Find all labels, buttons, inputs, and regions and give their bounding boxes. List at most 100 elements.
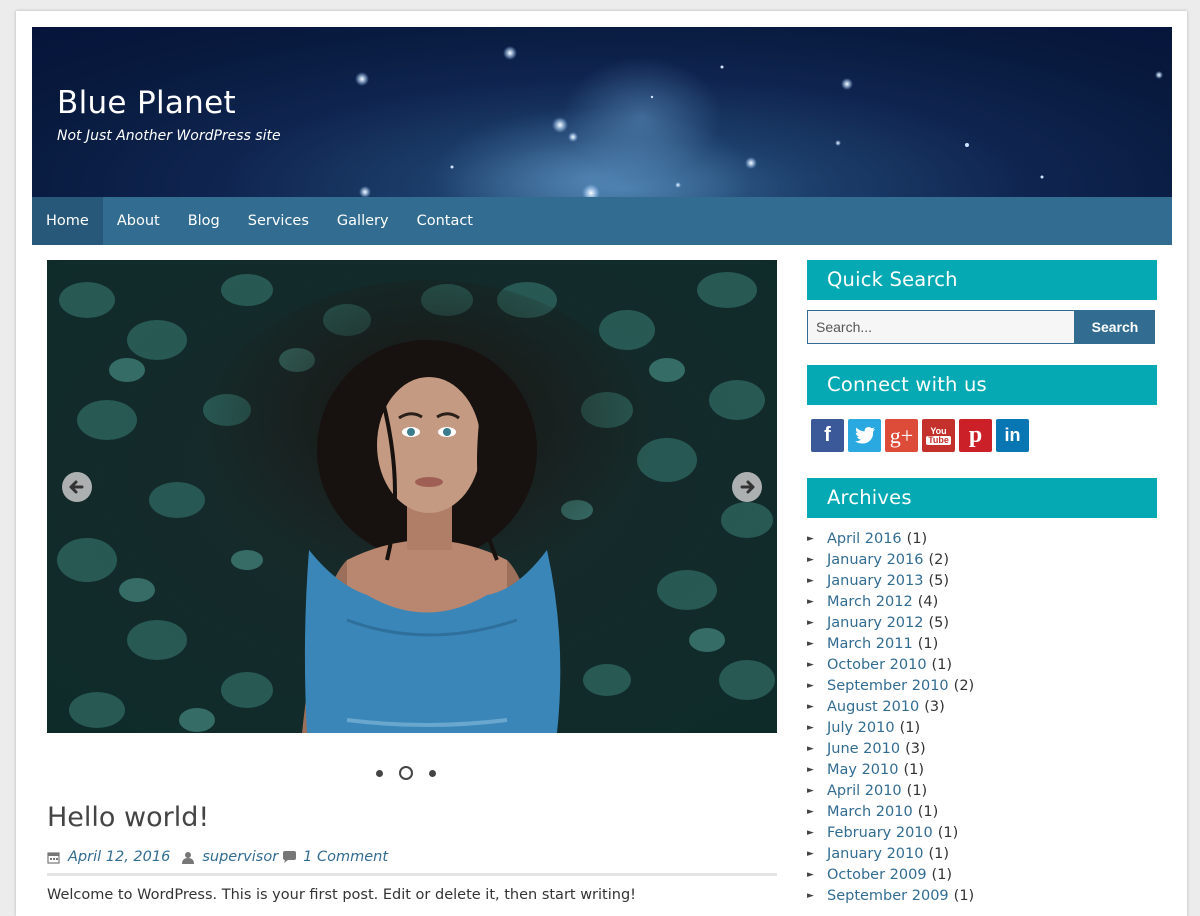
- archive-link[interactable]: June 2010: [827, 739, 900, 760]
- archive-count: (1): [906, 783, 928, 799]
- search-input[interactable]: [807, 310, 1075, 344]
- nav-item-gallery[interactable]: Gallery: [323, 197, 403, 245]
- connect-title: Connect with us: [807, 365, 1157, 405]
- triangle-right-icon: ►: [807, 765, 814, 775]
- google-plus-icon[interactable]: g+: [885, 419, 918, 452]
- triangle-right-icon: ►: [807, 702, 814, 712]
- triangle-right-icon: ►: [807, 744, 814, 754]
- archive-count: (1): [953, 888, 975, 904]
- triangle-right-icon: ►: [807, 576, 814, 586]
- facebook-icon[interactable]: f: [811, 419, 844, 452]
- triangle-right-icon: ►: [807, 639, 814, 649]
- social-links: f g+ You Tube p in: [811, 419, 1029, 452]
- archive-link[interactable]: August 2010: [827, 697, 919, 718]
- triangle-right-icon: ►: [807, 555, 814, 565]
- post-author-link[interactable]: supervisor: [202, 849, 278, 865]
- slide-image: [47, 260, 777, 733]
- archive-link[interactable]: September 2009: [827, 886, 949, 907]
- archive-count: (1): [931, 867, 953, 883]
- slider-prev-button[interactable]: [62, 472, 92, 502]
- page-container: Blue Planet Not Just Another WordPress s…: [16, 11, 1187, 916]
- archive-count: (1): [917, 804, 939, 820]
- archive-count: (2): [928, 552, 950, 568]
- archive-link[interactable]: January 2013: [827, 571, 923, 592]
- nav-item-home[interactable]: Home: [32, 197, 103, 245]
- archive-item: ► September 2010 (2): [807, 676, 974, 697]
- slider-dot-1[interactable]: [376, 769, 383, 777]
- triangle-right-icon: ►: [807, 660, 814, 670]
- post-date-link[interactable]: April 12, 2016: [68, 849, 170, 865]
- archive-count: (1): [903, 762, 925, 778]
- archives-title: Archives: [807, 478, 1157, 518]
- archive-count: (3): [905, 741, 926, 757]
- archive-link[interactable]: January 2012: [827, 613, 923, 634]
- post-comments-link[interactable]: 1 Comment: [303, 849, 388, 865]
- archive-link[interactable]: October 2010: [827, 655, 927, 676]
- archive-count: (1): [899, 720, 921, 736]
- slider-next-button[interactable]: [732, 472, 762, 502]
- triangle-right-icon: ►: [807, 786, 814, 796]
- triangle-right-icon: ►: [807, 807, 814, 817]
- post-meta: April 12, 2016 supervisor 1 Comment: [47, 849, 400, 865]
- archive-count: (1): [931, 657, 953, 673]
- archive-count: (1): [928, 846, 950, 862]
- archive-item: ► March 2010 (1): [807, 802, 974, 823]
- archive-count: (5): [928, 615, 950, 631]
- archive-link[interactable]: April 2016: [827, 529, 902, 550]
- archive-item: ► March 2011 (1): [807, 634, 974, 655]
- archive-link[interactable]: March 2012: [827, 592, 913, 613]
- triangle-right-icon: ►: [807, 618, 814, 628]
- archive-link[interactable]: July 2010: [827, 718, 895, 739]
- comment-icon: [282, 850, 297, 864]
- triangle-right-icon: ►: [807, 681, 814, 691]
- nav-item-about[interactable]: About: [103, 197, 174, 245]
- archive-item: ► January 2012 (5): [807, 613, 974, 634]
- youtube-icon[interactable]: You Tube: [922, 419, 955, 452]
- archive-link[interactable]: April 2010: [827, 781, 902, 802]
- archive-item: ► February 2010 (1): [807, 823, 974, 844]
- post-excerpt: Welcome to WordPress. This is your first…: [47, 887, 636, 903]
- archive-link[interactable]: March 2011: [827, 634, 913, 655]
- arrow-right-circle-icon: [740, 480, 755, 494]
- archive-item: ► October 2009 (1): [807, 865, 974, 886]
- nav-item-services[interactable]: Services: [234, 197, 323, 245]
- archive-item: ► January 2013 (5): [807, 571, 974, 592]
- archive-link[interactable]: February 2010: [827, 823, 933, 844]
- slider-dot-3[interactable]: [429, 769, 436, 777]
- archive-item: ► January 2016 (2): [807, 550, 974, 571]
- archive-count: (1): [906, 531, 928, 547]
- archive-link[interactable]: January 2016: [827, 550, 923, 571]
- site-description: Not Just Another WordPress site: [57, 128, 281, 144]
- calendar-icon: [47, 851, 60, 864]
- archive-item: ► June 2010 (3): [807, 739, 974, 760]
- archive-link[interactable]: January 2010: [827, 844, 923, 865]
- archive-link[interactable]: September 2010: [827, 676, 949, 697]
- archive-item: ► August 2010 (3): [807, 697, 974, 718]
- archive-item: ► April 2016 (1): [807, 529, 974, 550]
- triangle-right-icon: ►: [807, 849, 814, 859]
- archive-count: (3): [924, 699, 945, 715]
- post-title[interactable]: Hello world!: [47, 802, 209, 833]
- site-title[interactable]: Blue Planet: [57, 85, 236, 121]
- archive-link[interactable]: March 2010: [827, 802, 913, 823]
- arrow-left-circle-icon: [69, 480, 84, 494]
- triangle-right-icon: ►: [807, 828, 814, 838]
- archive-count: (1): [917, 636, 939, 652]
- triangle-right-icon: ►: [807, 891, 814, 901]
- archive-item: ► March 2012 (4): [807, 592, 974, 613]
- archives-list: ► April 2016 (1) ► January 2016 (2) ► January…: [807, 529, 974, 907]
- linkedin-icon[interactable]: in: [996, 419, 1029, 452]
- search-button[interactable]: Search: [1075, 310, 1155, 344]
- archive-count: (5): [928, 573, 950, 589]
- archive-link[interactable]: October 2009: [827, 865, 927, 886]
- nav-item-contact[interactable]: Contact: [403, 197, 487, 245]
- main-navigation: Home About Blog Services Gallery Contact: [32, 197, 1172, 245]
- archive-item: ► October 2010 (1): [807, 655, 974, 676]
- archive-item: ► April 2010 (1): [807, 781, 974, 802]
- archive-link[interactable]: May 2010: [827, 760, 899, 781]
- slider-dot-2[interactable]: [399, 766, 413, 780]
- twitter-icon[interactable]: [848, 419, 881, 452]
- triangle-right-icon: ►: [807, 534, 814, 544]
- nav-item-blog[interactable]: Blog: [174, 197, 234, 245]
- pinterest-icon[interactable]: p: [959, 419, 992, 452]
